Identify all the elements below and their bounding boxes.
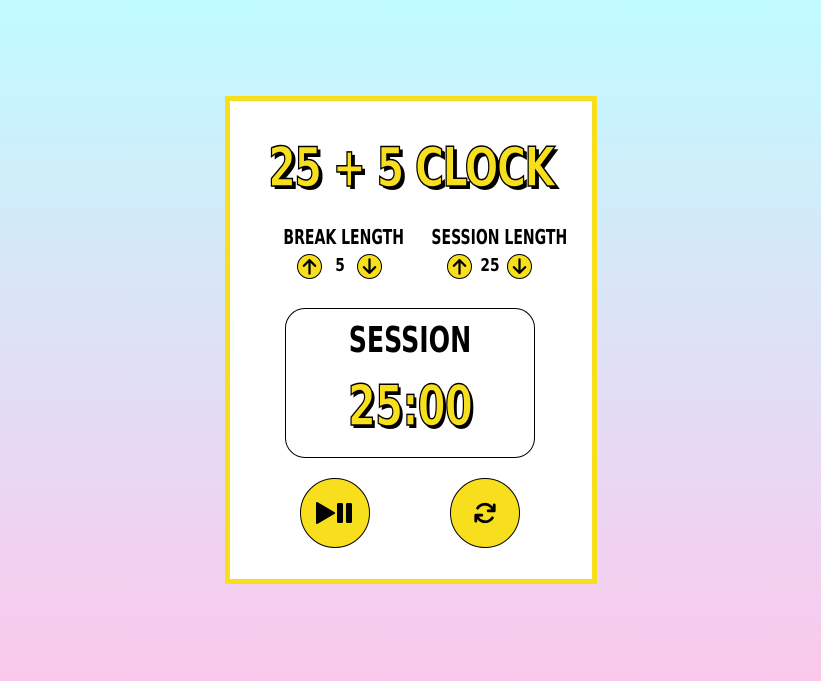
session-increment-button[interactable]	[447, 254, 472, 279]
session-length: 25	[480, 255, 500, 276]
refresh-icon	[474, 502, 496, 524]
start-stop-button[interactable]	[300, 478, 370, 548]
timer-display: SESSION 25:00	[285, 308, 535, 458]
timer-label: SESSION	[348, 320, 472, 361]
break-decrement-button[interactable]	[357, 254, 382, 279]
break-label: BREAK LENGTH	[283, 225, 404, 249]
break-increment-button[interactable]	[297, 254, 322, 279]
break-length: 5	[335, 255, 345, 276]
clock-card: 25 + 5 CLOCK BREAK LENGTH SESSION LENGTH…	[225, 96, 597, 584]
play-pause-icon	[316, 502, 352, 524]
reset-button[interactable]	[450, 478, 520, 548]
arrow-up-icon	[302, 258, 317, 275]
time-left: 25:00	[347, 374, 473, 439]
arrow-down-icon	[362, 258, 377, 275]
arrow-down-icon	[512, 258, 527, 275]
app-title: 25 + 5 CLOCK	[268, 136, 556, 199]
arrow-up-icon	[452, 258, 467, 275]
session-decrement-button[interactable]	[507, 254, 532, 279]
session-label: SESSION LENGTH	[431, 225, 568, 249]
